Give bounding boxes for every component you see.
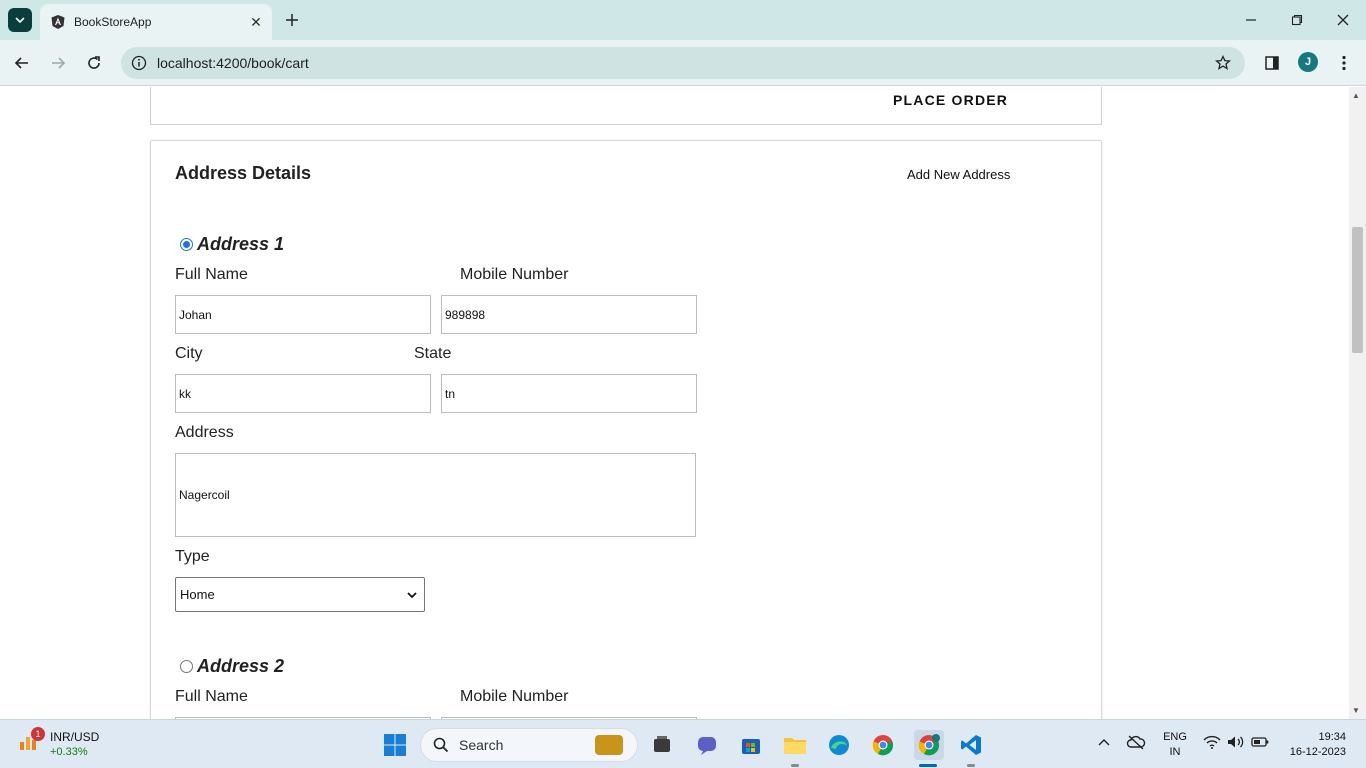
system-clock[interactable]: 19:34 16-12-2023 [1284, 730, 1346, 760]
vscode-icon[interactable] [958, 732, 984, 758]
type-label: Type [175, 548, 210, 565]
angular-logo-icon [50, 14, 66, 30]
mobile-number-input[interactable]: 989898 [441, 295, 697, 334]
place-order-button[interactable]: PLACE ORDER [893, 92, 1008, 108]
site-info-icon[interactable] [129, 53, 149, 73]
add-new-address-button[interactable]: Add New Address [907, 167, 1010, 182]
state-label: State [414, 345, 452, 362]
chrome-profile-icon[interactable] [914, 730, 944, 760]
address-type-select[interactable]: Home [175, 577, 425, 612]
minimize-icon[interactable] [1241, 10, 1261, 30]
page-viewport: PLACE ORDER Address Details Add New Addr… [0, 87, 1366, 719]
edge-browser-icon[interactable] [826, 732, 852, 758]
language-indicator[interactable]: ENG IN [1162, 730, 1188, 760]
full-name-input[interactable]: Johan [175, 295, 431, 334]
address-label: Address [175, 424, 234, 441]
mobile-number-label-2: Mobile Number [460, 688, 569, 705]
browser-tab-strip: BookStoreApp ✕ [0, 0, 1366, 40]
tab-search-button[interactable] [8, 8, 32, 32]
state-input[interactable]: tn [441, 374, 697, 413]
clock-date: 16-12-2023 [1289, 746, 1346, 758]
widget-title[interactable]: INR/USD [50, 730, 99, 744]
clock-time: 19:34 [1318, 731, 1346, 743]
chevron-down-icon [406, 589, 418, 601]
search-icon [433, 737, 449, 753]
address-2-heading: Address 2 [197, 656, 285, 676]
cloud-offline-icon[interactable] [1126, 734, 1146, 750]
address-bar[interactable]: localhost:4200/book/cart [121, 47, 1245, 79]
city-input[interactable]: kk [175, 374, 431, 413]
address-textarea[interactable]: Nagercoil [175, 453, 696, 537]
scrollbar-thumb[interactable] [1352, 227, 1363, 353]
chrome-icon[interactable] [870, 732, 896, 758]
page-scrollbar[interactable]: ▲ ▼ [1349, 87, 1366, 719]
address-type-value: Home [180, 587, 215, 602]
close-tab-icon[interactable]: ✕ [246, 12, 266, 32]
address-1-heading: Address 1 [197, 234, 285, 254]
region-code: IN [1169, 746, 1181, 758]
windows-taskbar: 1 INR/USD +0.33% Search ENG IN 19:34 16-… [0, 719, 1366, 768]
volume-icon[interactable] [1227, 734, 1245, 750]
notification-badge: 1 [31, 727, 45, 741]
language-code: ENG [1163, 731, 1187, 743]
file-explorer-icon[interactable] [782, 732, 808, 758]
reload-icon[interactable] [82, 51, 106, 75]
browser-tab[interactable]: BookStoreApp ✕ [40, 4, 272, 40]
tab-title: BookStoreApp [74, 15, 152, 29]
new-tab-icon[interactable] [282, 10, 302, 30]
vscode-running-indicator [967, 764, 975, 767]
show-hidden-icons-icon[interactable] [1096, 734, 1112, 750]
widget-change: +0.33% [50, 746, 88, 758]
city-label: City [175, 345, 203, 362]
section-title: Address Details [175, 163, 312, 183]
close-window-icon[interactable] [1333, 10, 1353, 30]
taskbar-search[interactable]: Search [420, 728, 638, 762]
explorer-running-indicator [791, 764, 799, 767]
address-2-radio[interactable] [180, 660, 193, 673]
scroll-down-icon[interactable]: ▼ [1352, 706, 1360, 715]
profile-avatar[interactable]: J [1298, 52, 1318, 72]
windows-start-icon[interactable] [383, 733, 407, 757]
scroll-up-icon[interactable]: ▲ [1352, 91, 1360, 100]
wifi-icon[interactable] [1203, 734, 1221, 750]
full-name-label: Full Name [175, 266, 248, 283]
mobile-number-label: Mobile Number [460, 266, 569, 283]
full-name-label-2: Full Name [175, 688, 248, 705]
browser-toolbar: localhost:4200/book/cart J [0, 40, 1366, 86]
microsoft-store-icon[interactable] [738, 732, 764, 758]
search-placeholder: Search [459, 737, 504, 753]
teams-chat-icon[interactable] [694, 732, 720, 758]
battery-icon[interactable] [1251, 734, 1269, 750]
chrome-active-indicator [919, 764, 937, 767]
bookmark-star-icon[interactable] [1213, 53, 1233, 73]
briefcase-icon [595, 735, 623, 755]
back-arrow-icon[interactable] [10, 51, 34, 75]
restore-icon[interactable] [1287, 10, 1307, 30]
chevron-down-icon [15, 17, 25, 24]
address-1-radio[interactable] [180, 238, 193, 251]
task-view-icon[interactable] [649, 732, 675, 758]
side-panel-icon[interactable] [1262, 53, 1282, 73]
url-text[interactable]: localhost:4200/book/cart [157, 55, 309, 71]
more-menu-icon[interactable] [1334, 53, 1354, 73]
address-details-card: Address Details Add New Address Address … [150, 140, 1102, 719]
forward-arrow-icon[interactable] [46, 51, 70, 75]
cart-summary-box: PLACE ORDER [150, 87, 1102, 125]
